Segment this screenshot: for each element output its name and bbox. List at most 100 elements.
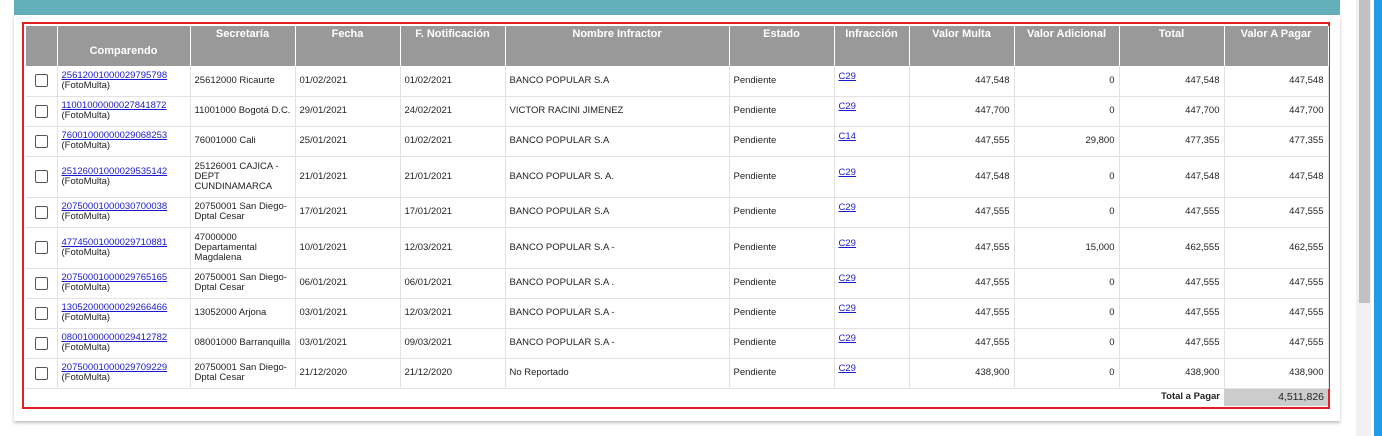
valor-multa-cell: 447,555 [909, 197, 1015, 228]
secretaria-cell: 20750001 San Diego-Dptal Cesar [190, 197, 296, 228]
column-header-notificacion[interactable]: F. Notificación [400, 26, 506, 66]
row-checkbox[interactable] [34, 170, 48, 183]
infraccion-cell: C29 [834, 268, 910, 299]
infractor-cell: BANCO POPULAR S.A - [505, 328, 730, 359]
column-header-comparendo[interactable]: Comparendo [57, 26, 191, 66]
notificacion-cell: 09/03/2021 [400, 328, 506, 359]
column-header-fecha[interactable]: Fecha [295, 26, 401, 66]
column-header-valor-pagar[interactable]: Valor A Pagar [1224, 26, 1329, 66]
scrollbar-thumb[interactable] [1359, 0, 1370, 303]
estado-cell: Pendiente [729, 156, 835, 198]
infraccion-link[interactable]: C29 [839, 203, 905, 213]
fecha-cell: 06/01/2021 [295, 268, 401, 299]
infraccion-link[interactable]: C29 [839, 304, 905, 314]
comparendo-type: (FotoMulta) [61, 211, 111, 222]
comparendo-cell: 08001000000029412782 (FotoMulta) [57, 328, 191, 359]
comparendo-type: (FotoMulta) [61, 246, 111, 258]
comparendo-type: (FotoMulta) [61, 79, 111, 91]
row-checkbox[interactable] [34, 134, 48, 148]
infractor-cell: BANCO POPULAR S.A . [505, 268, 730, 299]
valor-multa-cell: 447,548 [909, 66, 1015, 97]
row-checkbox[interactable] [34, 74, 48, 88]
top-header-bar [14, 0, 1340, 15]
secretaria-cell: 20750001 San Diego-Dptal Cesar [190, 358, 296, 389]
row-select-cell [26, 298, 58, 329]
valor-adicional-cell: 0 [1014, 328, 1120, 359]
comparendos-panel: Comparendo Secretaría Fecha F. Notificac… [14, 15, 1340, 421]
secretaria-cell: 76001000 Cali [190, 126, 296, 157]
column-header-valor-adicional[interactable]: Valor Adicional [1014, 26, 1120, 66]
fecha-cell: 21/12/2020 [295, 358, 401, 389]
row-checkbox[interactable] [34, 366, 48, 380]
valor-multa-cell: 447,548 [909, 156, 1015, 198]
secretaria-cell: 25126001 CAJICA - DEPT CUNDINAMARCA [190, 156, 296, 198]
valor-pagar-cell: 462,555 [1224, 227, 1329, 269]
infraccion-link[interactable]: C29 [839, 167, 905, 178]
row-checkbox[interactable] [34, 336, 48, 350]
infraccion-cell: C29 [834, 96, 910, 127]
infractor-cell: No Reportado [505, 358, 730, 389]
comparendo-cell: 13052000000029266466 (FotoMulta) [57, 298, 191, 329]
infractor-cell: BANCO POPULAR S.A [505, 126, 730, 157]
valor-multa-cell: 447,555 [909, 298, 1015, 329]
row-select-cell [26, 126, 58, 157]
total-cell: 447,555 [1119, 298, 1225, 329]
notificacion-cell: 12/03/2021 [400, 298, 506, 329]
comparendo-cell: 11001000000027841872 (FotoMulta) [57, 96, 191, 127]
total-cell: 477,355 [1119, 126, 1225, 157]
infraccion-link[interactable]: C14 [839, 132, 905, 142]
comparendos-table-frame: Comparendo Secretaría Fecha F. Notificac… [22, 22, 1330, 409]
row-checkbox[interactable] [34, 104, 48, 118]
row-checkbox[interactable] [34, 205, 48, 219]
notificacion-cell: 01/02/2021 [400, 66, 506, 97]
table-row: 25126001000029535142 (FotoMulta) 25126001… [26, 156, 1329, 198]
comparendo-cell: 47745001000029710881 (FotoMulta) [57, 227, 191, 269]
infractor-cell: VICTOR RACINI JIMENEZ [505, 96, 730, 127]
valor-multa-cell: 447,555 [909, 227, 1015, 269]
row-checkbox[interactable] [34, 241, 48, 254]
total-cell: 447,555 [1119, 197, 1225, 228]
fecha-cell: 17/01/2021 [295, 197, 401, 228]
valor-adicional-cell: 0 [1014, 268, 1120, 299]
column-header-total[interactable]: Total [1119, 26, 1225, 66]
row-checkbox[interactable] [34, 276, 48, 290]
estado-cell: Pendiente [729, 268, 835, 299]
column-header-secretaria[interactable]: Secretaría [190, 26, 296, 66]
estado-cell: Pendiente [729, 227, 835, 269]
side-accent-strip [1374, 0, 1382, 436]
select-column-header [26, 26, 58, 66]
table-row: 20750001000030700038 (FotoMulta) 20750001… [26, 197, 1329, 228]
infraccion-link[interactable]: C29 [839, 238, 905, 249]
infraccion-link[interactable]: C29 [839, 364, 905, 374]
column-header-infractor[interactable]: Nombre Infractor [505, 26, 730, 66]
valor-multa-cell: 447,555 [909, 268, 1015, 299]
table-row: 08001000000029412782 (FotoMulta) 08001000… [26, 328, 1329, 359]
valor-pagar-cell: 447,548 [1224, 156, 1329, 198]
infraccion-link[interactable]: C29 [839, 274, 905, 284]
comparendo-type: (FotoMulta) [61, 110, 111, 121]
column-header-valor-multa[interactable]: Valor Multa [909, 26, 1015, 66]
infraccion-link[interactable]: C29 [839, 334, 905, 344]
table-row: 20750001000029765165 (FotoMulta) 20750001… [26, 268, 1329, 299]
valor-adicional-cell: 0 [1014, 156, 1120, 198]
table-row: 11001000000027841872 (FotoMulta) 11001000… [26, 96, 1329, 127]
comparendo-type: (FotoMulta) [61, 282, 111, 293]
column-header-infraccion[interactable]: Infracción [834, 26, 910, 66]
notificacion-cell: 21/01/2021 [400, 156, 506, 198]
secretaria-cell: 25612000 Ricaurte [190, 66, 296, 97]
infraccion-link[interactable]: C29 [839, 102, 905, 112]
row-select-cell [26, 227, 58, 269]
infractor-cell: BANCO POPULAR S.A - [505, 298, 730, 329]
valor-pagar-cell: 447,700 [1224, 96, 1329, 127]
column-header-estado[interactable]: Estado [729, 26, 835, 66]
infractor-cell: BANCO POPULAR S.A - [505, 227, 730, 269]
estado-cell: Pendiente [729, 358, 835, 389]
infraccion-cell: C29 [834, 156, 910, 198]
row-select-cell [26, 197, 58, 228]
infraccion-link[interactable]: C29 [839, 71, 905, 82]
row-select-cell [26, 156, 58, 198]
valor-pagar-cell: 447,555 [1224, 298, 1329, 329]
row-checkbox[interactable] [34, 306, 48, 320]
valor-pagar-cell: 477,355 [1224, 126, 1329, 157]
total-cell: 447,548 [1119, 156, 1225, 198]
